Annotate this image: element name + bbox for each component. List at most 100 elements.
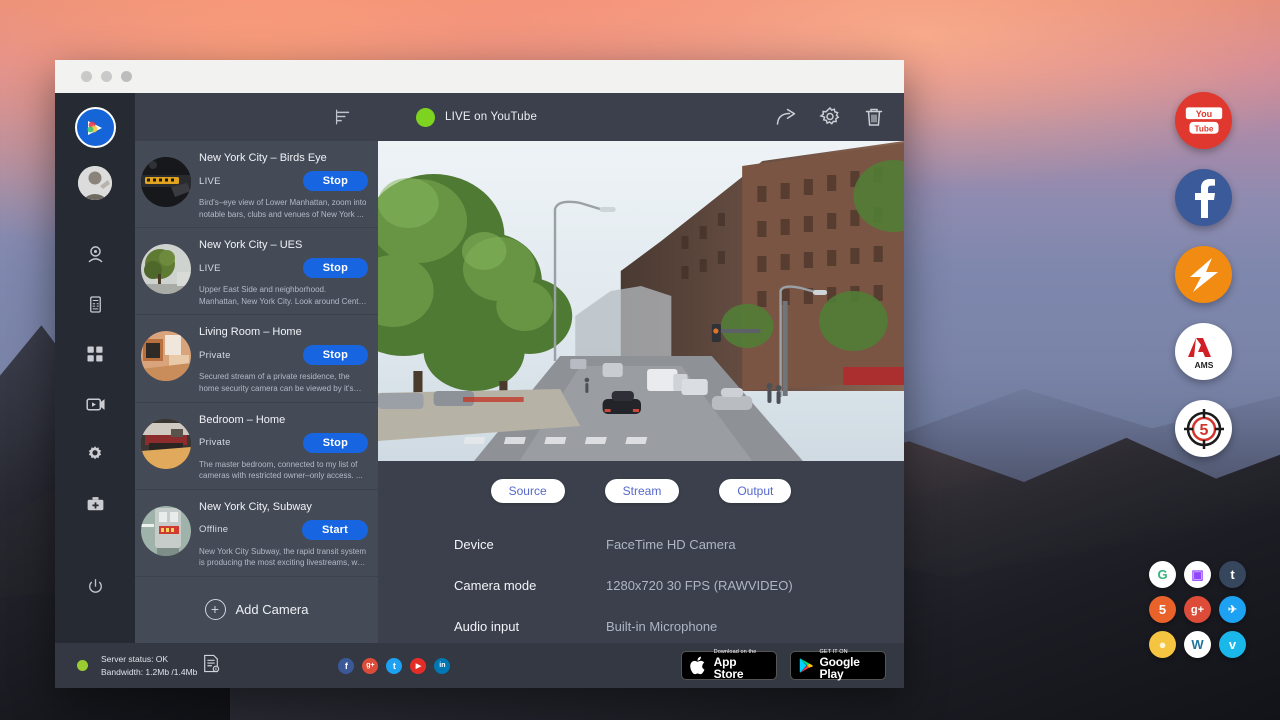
window-maximize-button[interactable] xyxy=(121,71,132,82)
tumblr-tray-icon[interactable]: t xyxy=(1219,561,1246,588)
sidebar-item-support[interactable] xyxy=(77,486,113,522)
power-icon[interactable] xyxy=(77,568,113,604)
camera-list-item[interactable]: New York City – UES LIVE Stop Upper East… xyxy=(135,228,378,315)
source-spec-list: Device FaceTime HD Camera Camera mode 12… xyxy=(378,503,904,660)
adobe-ams-desktop-icon[interactable]: AMS xyxy=(1175,323,1232,380)
camera-thumbnail xyxy=(141,419,191,469)
svg-text:AMS: AMS xyxy=(1194,360,1213,370)
camera-info: Living Room – Home Private Stop Secured … xyxy=(199,321,368,394)
live-status-dot xyxy=(416,108,435,127)
desktop-icon-column: You Tube AMS 5 xyxy=(1175,92,1232,457)
camera-list-item[interactable]: New York City – Birds Eye LIVE Stop Bird… xyxy=(135,141,378,228)
googleplus-icon[interactable]: g+ xyxy=(362,658,378,674)
spec-value[interactable]: 1280x720 30 FPS (RAWVIDEO) xyxy=(606,578,793,593)
camera-description: Upper East Side and neighborhood. Manhat… xyxy=(199,284,368,307)
camera-info: New York City, Subway Offline Start New … xyxy=(199,496,368,569)
server-status-dot xyxy=(77,660,88,671)
detail-panel: Source Stream Output Device FaceTime HD … xyxy=(378,141,904,643)
facebook-icon[interactable]: f xyxy=(338,658,354,674)
linkedin-icon[interactable]: in xyxy=(434,658,450,674)
spec-row: Device FaceTime HD Camera xyxy=(454,537,904,552)
camera-description: Bird's–eye view of Lower Manhattan, zoom… xyxy=(199,197,368,220)
social-links: f g+ t ▶ in xyxy=(338,658,450,674)
camera-action-button[interactable]: Start xyxy=(302,520,368,540)
spec-value[interactable]: FaceTime HD Camera xyxy=(606,537,736,552)
spec-key: Device xyxy=(454,537,606,552)
tab-output[interactable]: Output xyxy=(719,479,791,503)
googleplus-tray-icon[interactable]: g+ xyxy=(1184,596,1211,623)
plus-icon: + xyxy=(205,599,226,620)
share-icon[interactable] xyxy=(774,105,798,129)
svg-text:You: You xyxy=(1195,108,1211,118)
youtube-icon[interactable]: ▶ xyxy=(410,658,426,674)
live-status-label: LIVE on YouTube xyxy=(445,111,537,123)
twitter-icon[interactable]: t xyxy=(386,658,402,674)
sort-icon[interactable] xyxy=(332,106,354,128)
sidebar-item-dashboard[interactable] xyxy=(77,336,113,372)
bandwidth-line: Bandwidth: 1.2Mb /1.4Mb xyxy=(101,666,197,678)
trash-icon[interactable] xyxy=(862,105,886,129)
app-window: LIVE on YouTube xyxy=(55,60,904,688)
sidebar-item-recordings[interactable] xyxy=(77,386,113,422)
gear-icon[interactable] xyxy=(818,105,842,129)
camera-action-button[interactable]: Stop xyxy=(303,258,368,278)
camera-title: Bedroom – Home xyxy=(199,414,368,426)
camera-status: LIVE xyxy=(199,263,221,274)
camera-list-item[interactable]: Bedroom – Home Private Stop The master b… xyxy=(135,403,378,490)
wordpress-tray-icon[interactable]: W xyxy=(1184,631,1211,658)
camera-status: Private xyxy=(199,437,231,448)
camera-thumbnail xyxy=(141,157,191,207)
camera-title: New York City, Subway xyxy=(199,501,368,513)
toolbar-actions xyxy=(774,105,886,129)
svg-text:5: 5 xyxy=(1199,422,1208,439)
app-logo[interactable] xyxy=(75,107,116,148)
window-minimize-button[interactable] xyxy=(101,71,112,82)
sidebar-item-webcam[interactable] xyxy=(77,236,113,272)
live-status-group: LIVE on YouTube xyxy=(416,108,537,127)
five-tray-icon[interactable]: 5 xyxy=(1149,596,1176,623)
log-document-icon[interactable] xyxy=(202,654,220,678)
status-bar: Server status: OK Bandwidth: 1.2Mb /1.4M… xyxy=(55,643,904,688)
top-toolbar: LIVE on YouTube xyxy=(135,93,904,141)
camera-description: The master bedroom, connected to my list… xyxy=(199,459,368,482)
wowza-desktop-icon[interactable] xyxy=(1175,246,1232,303)
gfycat-tray-icon[interactable]: G xyxy=(1149,561,1176,588)
camera-info: New York City – Birds Eye LIVE Stop Bird… xyxy=(199,147,368,220)
sun-tray-icon[interactable]: ● xyxy=(1149,631,1176,658)
camera-list[interactable]: New York City – Birds Eye LIVE Stop Bird… xyxy=(135,141,378,643)
spec-value[interactable]: Built-in Microphone xyxy=(606,619,717,634)
server-status-line: Server status: OK xyxy=(101,653,197,665)
add-camera-button[interactable]: + Add Camera xyxy=(135,577,378,620)
store-badges: Download on the App Store GET IT ON Goog… xyxy=(681,651,886,680)
sidebar-item-device[interactable] xyxy=(77,286,113,322)
tab-stream[interactable]: Stream xyxy=(605,479,680,503)
window-close-button[interactable] xyxy=(81,71,92,82)
vimeo-tray-icon[interactable]: v xyxy=(1219,631,1246,658)
google-play-button[interactable]: GET IT ON Google Play xyxy=(790,651,886,680)
user-avatar[interactable] xyxy=(78,166,112,200)
camera-info: New York City – UES LIVE Stop Upper East… xyxy=(199,234,368,307)
twitter-tray-icon[interactable]: ✈ xyxy=(1219,596,1246,623)
app-store-bottom-label: App Store xyxy=(714,656,768,681)
camera-action-button[interactable]: Stop xyxy=(303,345,368,365)
five-target-desktop-icon[interactable]: 5 xyxy=(1175,400,1232,457)
camera-action-button[interactable]: Stop xyxy=(303,171,368,191)
camera-list-item[interactable]: Living Room – Home Private Stop Secured … xyxy=(135,315,378,402)
youtube-desktop-icon[interactable]: You Tube xyxy=(1175,92,1232,149)
spec-row: Camera mode 1280x720 30 FPS (RAWVIDEO) xyxy=(454,578,904,593)
camera-description: New York City Subway, the rapid transit … xyxy=(199,546,368,569)
camera-list-item[interactable]: New York City, Subway Offline Start New … xyxy=(135,490,378,577)
google-play-bottom-label: Google Play xyxy=(820,656,877,681)
server-status-text: Server status: OK Bandwidth: 1.2Mb /1.4M… xyxy=(101,653,197,678)
video-preview[interactable] xyxy=(378,141,904,461)
camera-action-button[interactable]: Stop xyxy=(303,433,368,453)
sidebar-item-settings[interactable] xyxy=(77,436,113,472)
facebook-desktop-icon[interactable] xyxy=(1175,169,1232,226)
camera-status: Offline xyxy=(199,524,228,535)
spec-key: Camera mode xyxy=(454,578,606,593)
twitch-tray-icon[interactable]: ▣ xyxy=(1184,561,1211,588)
app-store-button[interactable]: Download on the App Store xyxy=(681,651,777,680)
camera-status: Private xyxy=(199,350,231,361)
tab-source[interactable]: Source xyxy=(491,479,565,503)
camera-title: Living Room – Home xyxy=(199,326,368,338)
